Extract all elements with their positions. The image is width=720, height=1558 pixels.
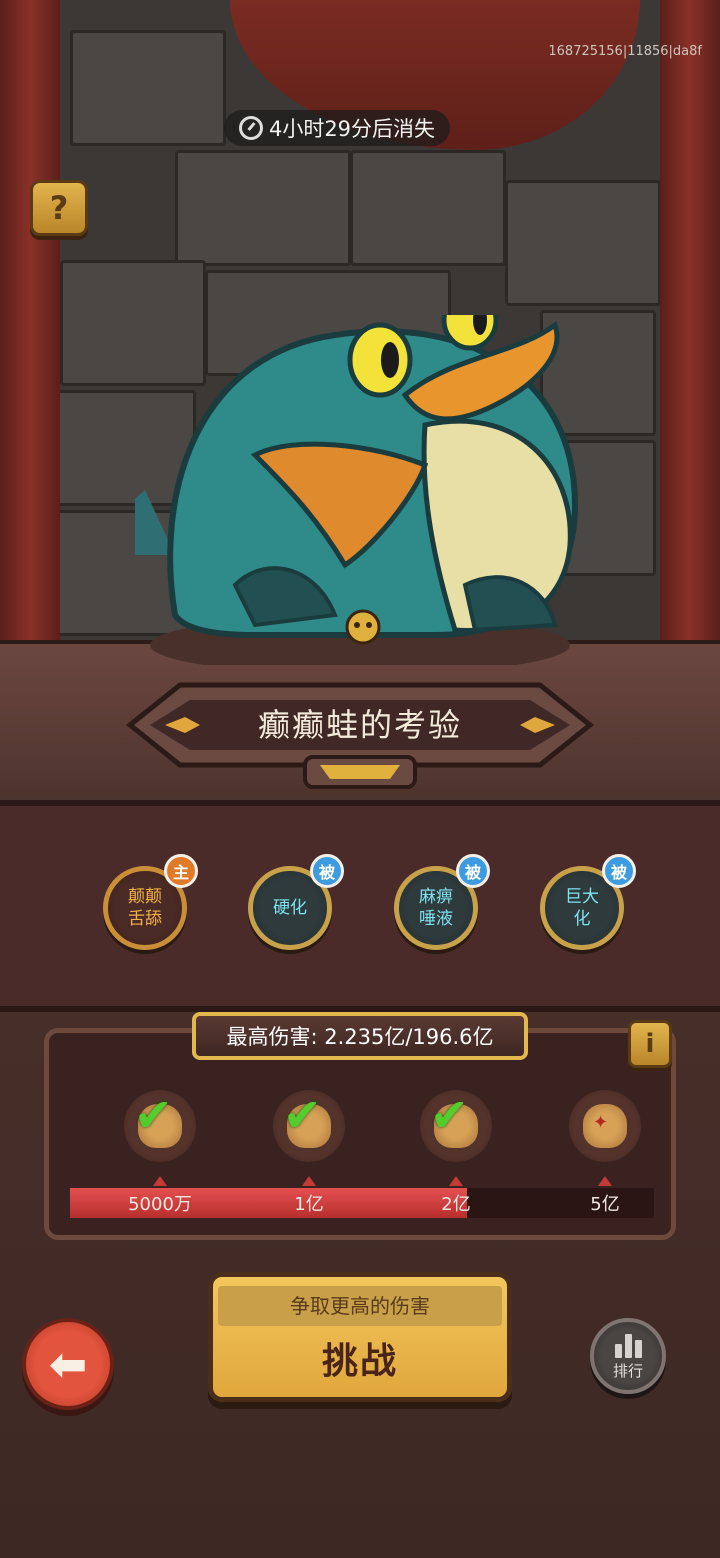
check-icon: ✔	[134, 1088, 173, 1142]
passive-skill-badge: 被	[456, 854, 490, 888]
reward-bag-icon: ✔	[430, 1088, 478, 1148]
reward-chest-3[interactable]: ✔	[420, 1088, 492, 1162]
threshold-label: 1亿	[294, 1194, 324, 1215]
build-id-text: 168725156|11856|da8f	[548, 44, 702, 59]
skill-label: 巨大 化	[565, 887, 599, 929]
back-button[interactable]: ⬅	[22, 1318, 114, 1410]
active-skill-badge: 主	[164, 854, 198, 888]
expiry-timer: 4小时29分后消失	[224, 110, 450, 146]
skill-label: 麻痹 唾液	[419, 887, 453, 929]
reward-chest-1[interactable]: ✔	[124, 1088, 196, 1162]
challenge-subtitle: 争取更高的伤害	[218, 1286, 502, 1326]
clock-icon	[238, 116, 263, 140]
reward-bag-icon: ✔	[134, 1088, 182, 1148]
passive-skill-badge: 被	[310, 854, 344, 888]
threshold-tick	[598, 1176, 612, 1186]
boss-title: 癫癫蛙的考验	[257, 706, 462, 744]
info-button[interactable]: i	[628, 1020, 672, 1068]
info-icon: i	[645, 1029, 655, 1059]
threshold-label: 5000万	[128, 1194, 192, 1215]
frog-boss-illustration	[135, 315, 579, 665]
threshold-tick	[153, 1176, 167, 1186]
timer-text: 4小时29分后消失	[268, 117, 436, 141]
ranking-button[interactable]: 排行	[590, 1318, 666, 1394]
skill-label: 硬化	[273, 898, 307, 918]
ranking-label: 排行	[612, 1361, 643, 1380]
reward-chest-4[interactable]: ✦	[569, 1090, 641, 1162]
check-icon: ✔	[283, 1088, 322, 1142]
passive-skill-badge: 被	[602, 854, 636, 888]
threshold-label: 5亿	[590, 1194, 620, 1215]
threshold-tick	[449, 1176, 463, 1186]
challenge-label[interactable]: 挑战	[208, 1330, 512, 1394]
reward-chest-2[interactable]: ✔	[273, 1088, 345, 1162]
bag-symbol-icon: ✦	[593, 1112, 609, 1133]
skill-label: 颠颠 舌舔	[128, 887, 162, 929]
threshold-tick	[302, 1176, 316, 1186]
bar-chart-icon	[614, 1332, 642, 1358]
check-icon: ✔	[430, 1088, 469, 1142]
back-arrow-icon: ⬅	[48, 1337, 88, 1391]
reward-bag-icon: ✔	[283, 1088, 331, 1148]
threshold-label: 2亿	[441, 1194, 471, 1215]
max-damage-label: 最高伤害: 2.235亿/196.6亿	[192, 1012, 528, 1060]
help-button[interactable]: ?	[30, 180, 88, 236]
reward-bag-icon: ✦	[583, 1104, 627, 1148]
question-icon: ?	[49, 189, 69, 227]
